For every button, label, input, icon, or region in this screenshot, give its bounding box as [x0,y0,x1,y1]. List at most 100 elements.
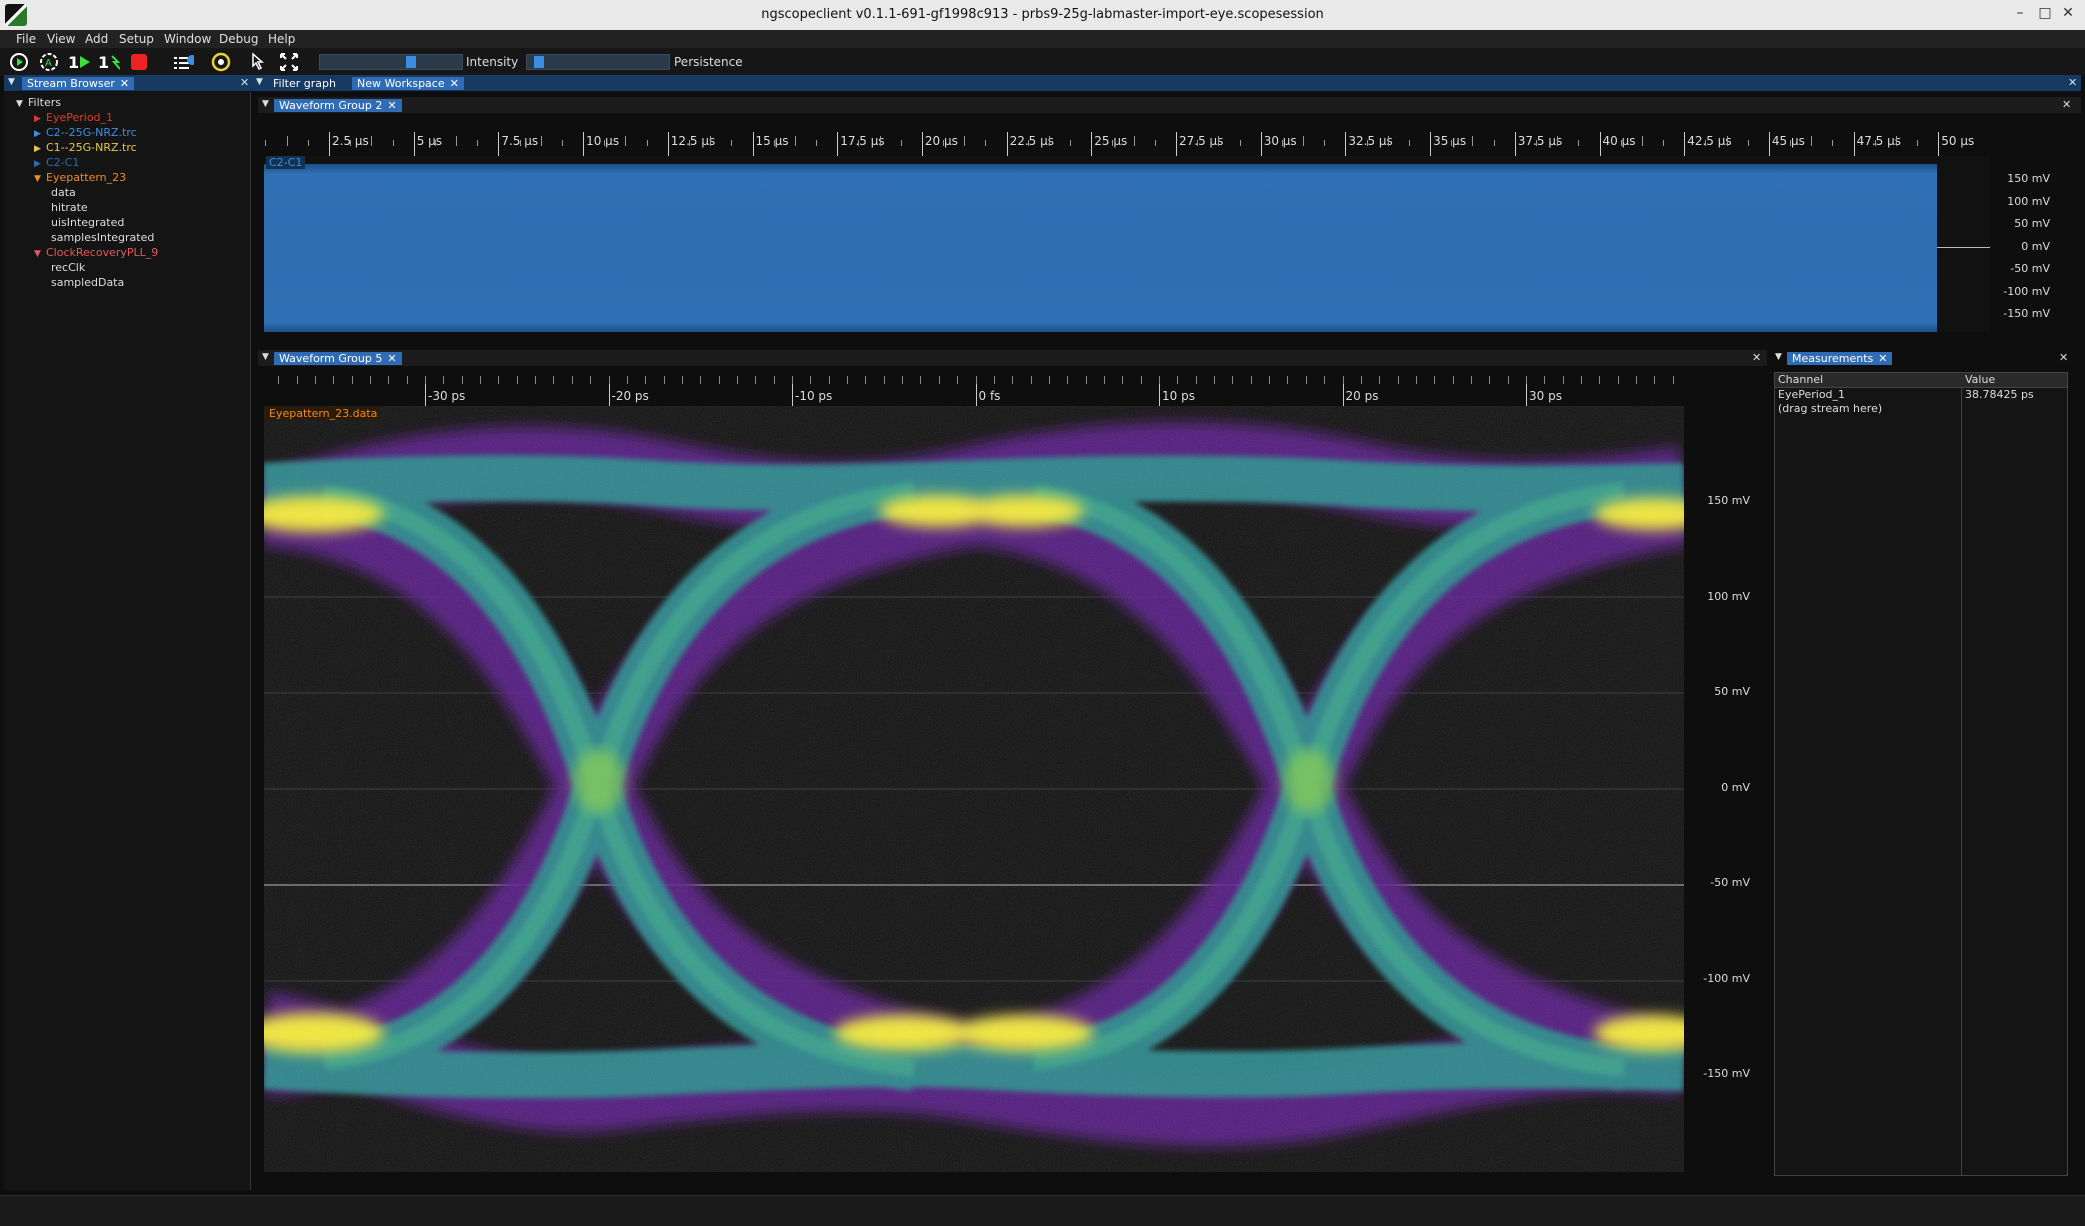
axis-minor-tick [392,140,394,146]
group2-close-icon[interactable]: ✕ [2062,98,2071,111]
axis-major-tick [1091,132,1093,156]
fullscreen-icon[interactable] [278,52,300,72]
axis-major-tick [329,132,330,156]
column-header-value[interactable]: Value [1965,373,1995,386]
eye-diagram-plot-area[interactable]: Eyepattern_23.data [264,406,1684,1172]
axis-major-tick [1768,132,1770,156]
axis-minor-tick [1452,376,1454,384]
axis-tick-label: 12.5 µs [670,134,716,148]
group5-time-axis[interactable]: -30 ps -20 ps -10 ps 0 fs 10 ps 20 ps 30 ps [264,372,1684,407]
eye-trace-label[interactable]: Eyepattern_23.data [266,407,381,420]
stream-browser-dropdown-icon[interactable]: ▼ [8,77,15,87]
run-normal-icon[interactable] [8,52,30,72]
group2-dropdown-icon[interactable]: ▼ [262,99,269,109]
collapsed-arrow-icon[interactable]: ▶ [34,159,46,169]
column-header-channel[interactable]: Channel [1778,373,1823,386]
group2-y-axis[interactable]: 150 mV 100 mV 50 mV 0 mV -50 mV -100 mV -150 m… [1990,156,2070,332]
stream-browser-panel: ▼ Filters ▶ EyePeriod_1 ▶ C2--25G-NRZ.trc ▶ C1… [4,92,251,1190]
group5-dropdown-icon[interactable]: ▼ [262,352,269,362]
close-icon[interactable]: ✕ [120,77,129,90]
tree-item[interactable]: data [51,186,76,199]
axis-minor-tick [1324,376,1326,384]
menu-file[interactable]: File [16,32,36,46]
menu-add[interactable]: Add [85,32,108,46]
persistence-slider[interactable] [526,54,670,70]
tree-item[interactable]: uisIntegrated [51,216,124,229]
group2-time-axis[interactable]: 2.5 µs 5 µs 7.5 µs 10 µs 12.5 µs 15 µs 17.5 µs… [264,118,1990,157]
menu-setup[interactable]: Setup [119,32,154,46]
y-axis-tick-label: 0 mV [1721,780,1750,794]
menu-view[interactable]: View [47,32,75,46]
measurements-close-icon[interactable]: ✕ [2059,351,2068,364]
axis-minor-tick [369,376,371,384]
expand-arrow-icon[interactable]: ▼ [16,99,28,109]
tree-item[interactable]: ▶ C2-C1 [34,156,79,169]
axis-minor-tick [1895,136,1897,146]
measurements-header: ▼ Measurements ✕ ✕ [1771,350,2085,366]
table-row[interactable]: EyePeriod_1 38.78425 ps [1775,388,2067,402]
tree-item[interactable]: recClk [51,261,85,274]
trigger-settings-icon[interactable] [210,52,232,72]
expand-arrow-icon[interactable]: ▼ [34,174,46,184]
tree-item[interactable]: sampledData [51,276,124,289]
tree-item[interactable]: ▼ Eyepattern_23 [34,171,126,184]
intensity-slider[interactable] [319,54,463,70]
axis-minor-tick [920,376,922,384]
close-icon[interactable]: ✕ [387,99,396,112]
measure-cursor-icon[interactable] [246,52,268,72]
tree-item[interactable]: ▶ EyePeriod_1 [34,111,113,124]
tree-root-label: Filters [28,96,61,109]
collapsed-arrow-icon[interactable]: ▶ [34,114,46,124]
y-axis-tick-label: 150 mV [1707,494,1750,507]
axis-minor-tick [1250,376,1252,384]
menu-help[interactable]: Help [268,32,295,46]
tree-item[interactable]: ▼ ClockRecoveryPLL_9 [34,246,158,259]
tree-item[interactable]: samplesIntegrated [51,231,154,244]
table-row-drop-target[interactable]: (drag stream here) [1775,402,2067,416]
collapsed-arrow-icon[interactable]: ▶ [34,144,46,154]
close-icon[interactable]: ✕ [1878,352,1887,365]
persistence-label: Persistence [674,55,743,69]
axis-tick-label: 0 fs [978,389,1001,403]
axis-major-tick [1345,132,1347,156]
tree-root-filters[interactable]: ▼ Filters [16,96,61,109]
timebase-icon[interactable] [172,52,194,72]
expand-arrow-icon[interactable]: ▼ [34,249,46,259]
tree-item[interactable]: ▶ C1--25G-NRZ.trc [34,141,137,154]
measurements-dropdown-icon[interactable]: ▼ [1775,352,1782,362]
close-icon[interactable]: ✕ [387,352,396,365]
workspace-close-icon[interactable]: ✕ [2068,76,2077,89]
close-window-button[interactable]: ✕ [2058,5,2078,21]
group5-close-icon[interactable]: ✕ [1752,351,1761,364]
group5-y-axis[interactable]: 150 mV 100 mV 50 mV 0 mV -50 mV -100 mV -150 m… [1690,406,1770,1172]
stop-icon[interactable] [128,52,150,72]
single-trigger-icon[interactable]: 1 [68,52,90,72]
force-trigger-icon[interactable]: 1 [98,52,120,72]
tree-item[interactable]: hitrate [51,201,88,214]
axis-tick-label: 20 µs [924,134,958,148]
close-icon[interactable]: ✕ [450,77,459,90]
stream-browser-close-icon[interactable]: ✕ [240,76,249,89]
collapsed-arrow-icon[interactable]: ▶ [34,129,46,139]
group2-plot-area[interactable]: C2-C1 [264,156,1990,332]
menu-debug[interactable]: Debug [219,32,258,46]
maximize-button[interactable]: □ [2035,5,2055,21]
persistence-slider-handle[interactable] [534,56,544,68]
axis-minor-tick [700,376,702,384]
axis-minor-tick [1641,136,1643,146]
axis-minor-tick [1654,376,1656,384]
axis-minor-tick [645,376,647,384]
tab-new-workspace[interactable]: New Workspace ✕ [352,77,464,90]
minimize-button[interactable]: – [2010,5,2030,21]
tab-waveform-group-2[interactable]: Waveform Group 2 ✕ [274,99,402,112]
tab-filter-graph[interactable]: Filter graph [268,77,341,90]
tab-stream-browser[interactable]: Stream Browser ✕ [22,77,135,90]
workspace-dropdown-icon[interactable]: ▼ [256,77,263,87]
group2-trace-label[interactable]: C2-C1 [266,156,306,169]
run-auto-icon[interactable]: A [38,52,60,72]
tab-measurements[interactable]: Measurements ✕ [1787,352,1893,365]
intensity-slider-handle[interactable] [406,56,416,68]
tab-waveform-group-5[interactable]: Waveform Group 5 ✕ [274,352,402,365]
menu-window[interactable]: Window [164,32,211,46]
tree-item[interactable]: ▶ C2--25G-NRZ.trc [34,126,137,139]
